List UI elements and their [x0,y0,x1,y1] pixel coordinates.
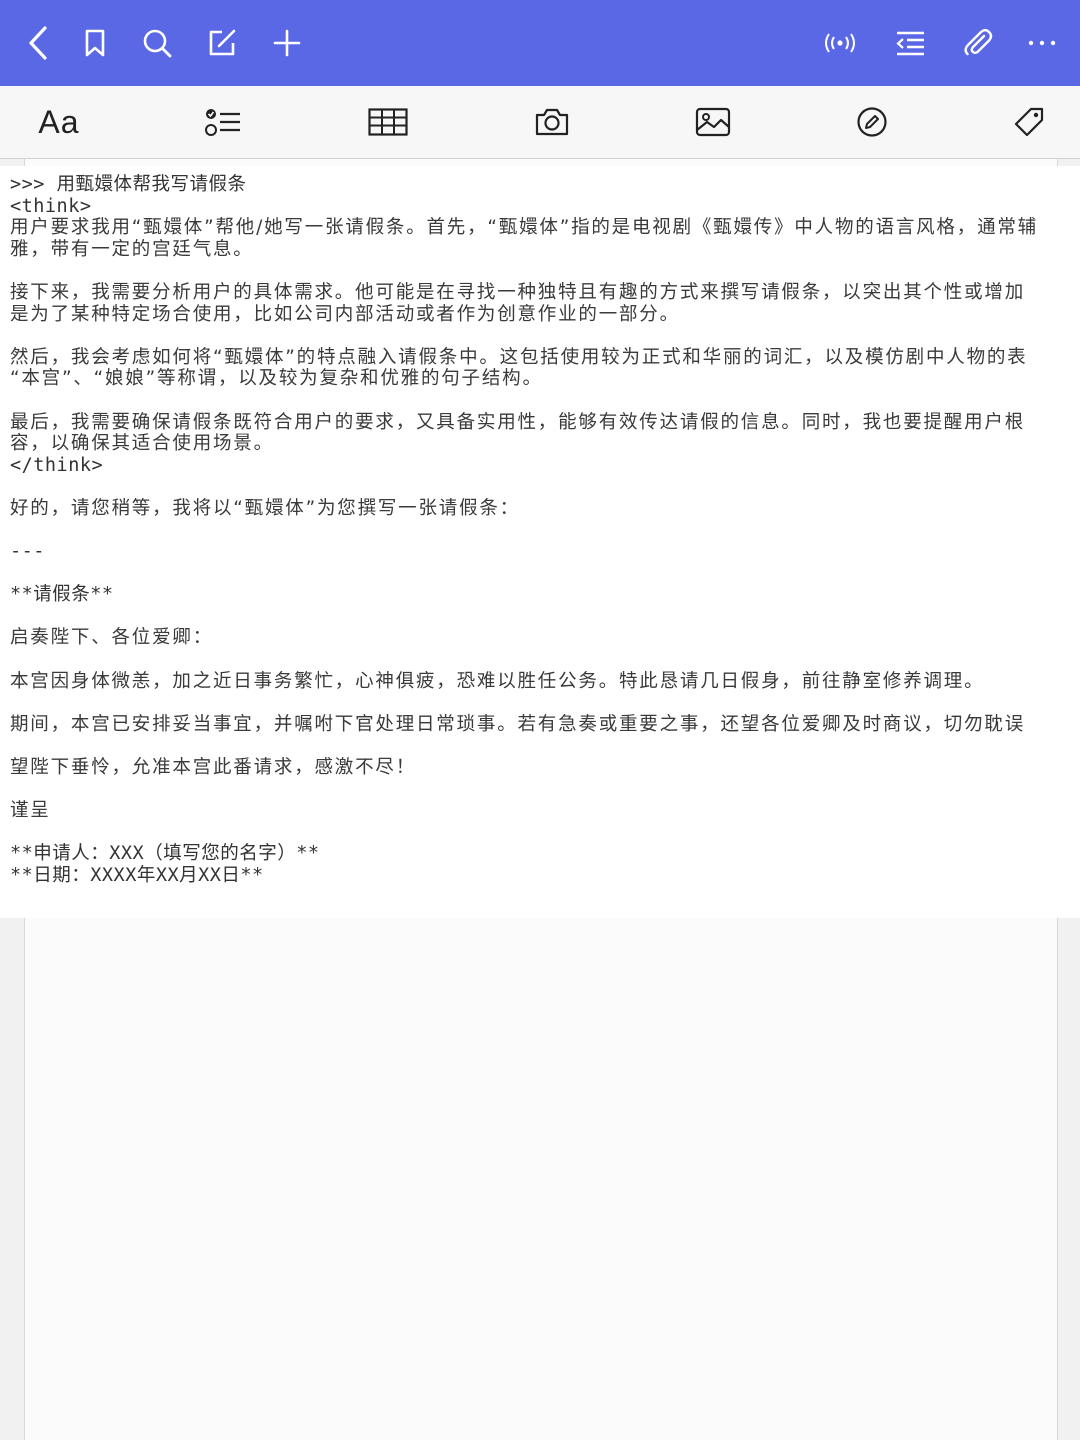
text-line: --- [10,908,1080,918]
search-icon [143,29,172,58]
pencil-circle-icon [857,107,887,137]
table-button[interactable] [367,102,409,142]
checklist-button[interactable] [203,102,243,142]
text-line: 谨呈 [10,800,51,822]
more-button[interactable] [1020,20,1064,66]
add-button[interactable] [265,20,309,66]
camera-icon [535,108,569,136]
text-line: 望陛下垂怜，允准本宫此番请求，感激不尽！ [10,757,417,779]
text-line: **申请人：XXX（填写您的名字）** [10,843,320,865]
text-line: “本宫”、“娘娘”等称谓，以及较为复杂和优雅的句子结构。 [10,368,543,390]
text-line: 最后，我需要确保请假条既符合用户的要求，又具备实用性，能够有效传达请假的信息。同… [10,411,1026,433]
note-content[interactable]: >>> 用甄嬛体帮我写请假条 <think> 用户要求我用“甄嬛体”帮他/她写一张请… [0,166,1080,918]
text-line: 用户要求我用“甄嬛体”帮他/她写一张请假条。首先，“甄嬛体”指的是电视剧《甄嬛传… [10,217,1038,239]
note-text: >>> 用甄嬛体帮我写请假条 <think> 用户要求我用“甄嬛体”帮他/她写一张请… [10,174,1080,918]
search-button[interactable] [135,20,179,66]
checklist-icon [205,109,240,136]
text-line: 接下来，我需要分析用户的具体需求。他可能是在寻找一种独特且有趣的方式来撰写请假条… [10,281,1026,303]
text-line: --- [10,541,45,563]
attach-button[interactable] [956,20,1000,66]
text-line: 启奏陛下、各位爱卿： [10,627,214,649]
edit-square-icon [209,29,236,56]
tag-icon [1014,107,1044,137]
broadcast-button[interactable] [816,20,864,66]
back-button[interactable] [16,20,60,66]
text-line: <think> [10,195,92,217]
image-button[interactable] [694,102,732,142]
outline-list-icon [896,31,924,56]
font-style-icon: Aa [38,103,80,140]
outline-button[interactable] [888,20,932,66]
camera-button[interactable] [533,102,571,142]
text-line: </think> [10,454,104,476]
text-line: >>> 用甄嬛体帮我写请假条 [10,174,247,195]
paperclip-icon [964,28,993,56]
draw-button[interactable] [855,102,889,142]
format-toolbar: Aa [0,86,1080,159]
text-line: 本宫因身体微恙，加之近日事务繁忙，心神俱疲，恐难以胜任公务。特此恳请几日假身，前… [10,670,985,692]
edit-button[interactable] [200,20,244,66]
image-icon [695,107,731,137]
bookmark-button[interactable] [73,20,117,66]
text-line: 然后，我会考虑如何将“甄嬛体”的特点融入请假条中。这包括使用较为正式和华丽的词汇… [10,346,1028,368]
text-line: **日期：XXXX年XX月XX日** [10,865,264,886]
broadcast-icon [825,33,855,53]
text-line: 期间，本宫已安排妥当事宜，并嘱咐下官处理日常琐事。若有急奏或重要之事，还望各位爱… [10,713,1026,735]
table-icon [368,108,408,136]
plus-icon [273,29,301,57]
bookmark-icon [85,29,105,57]
top-toolbar [0,0,1080,86]
text-line: 雅，带有一定的宫廷气息。 [10,238,254,260]
more-dots-icon [1028,40,1056,46]
text-line: 容，以确保其适合使用场景。 [10,433,274,455]
text-line: 好的，请您稍等，我将以“甄嬛体”为您撰写一张请假条： [10,497,520,519]
text-line: 是为了某种特定场合使用，比如公司内部活动或者作为创意作业的一部分。 [10,303,680,325]
chevron-left-icon [29,26,47,60]
tag-button[interactable] [1012,102,1046,142]
text-line: **请假条** [10,584,114,606]
font-style-button[interactable]: Aa [36,102,82,142]
